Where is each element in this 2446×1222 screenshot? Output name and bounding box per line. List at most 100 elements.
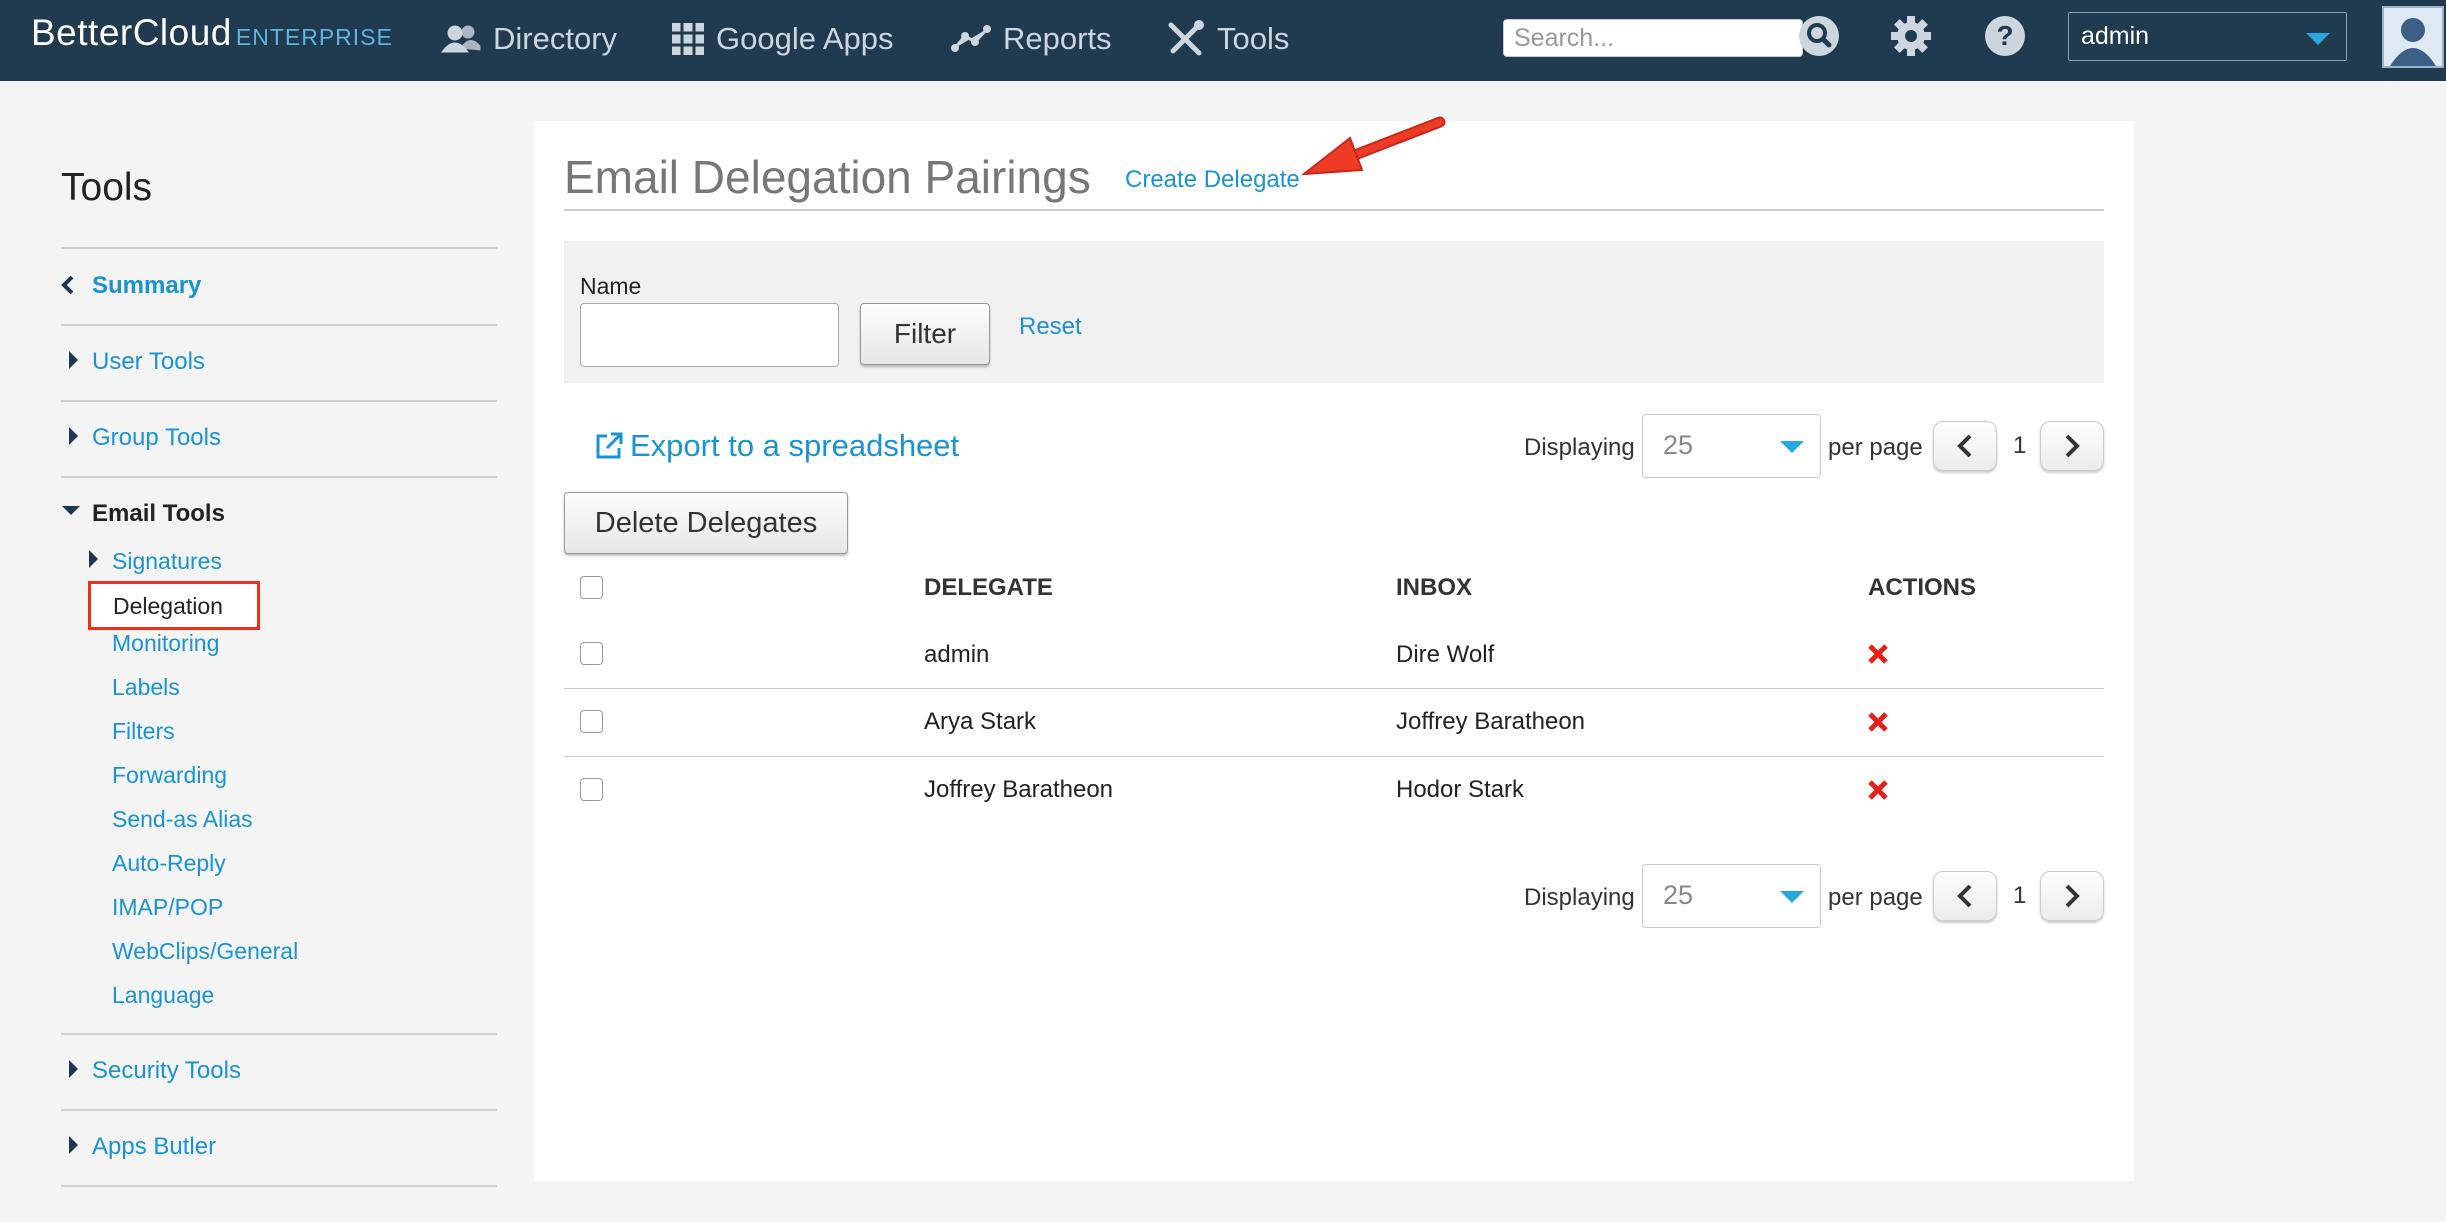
- prev-page-button[interactable]: [1933, 421, 1997, 471]
- search-input[interactable]: [1503, 19, 1803, 57]
- sidebar-subitem-forwarding[interactable]: Forwarding: [112, 762, 227, 789]
- divider: [564, 209, 2104, 211]
- sidebar-subitem-imap-pop[interactable]: IMAP/POP: [112, 894, 223, 921]
- divider: [61, 247, 497, 249]
- export-spreadsheet-label: Export to a spreadsheet: [630, 428, 960, 463]
- page-number: 1: [2013, 432, 2027, 459]
- reset-link[interactable]: Reset: [1019, 313, 1082, 341]
- search-icon[interactable]: [1798, 15, 1840, 57]
- chevron-left-icon: [1957, 884, 1972, 908]
- displaying-label: Displaying: [1524, 884, 1635, 911]
- chevron-down-icon: [1780, 441, 1804, 453]
- sidebar-item-summary[interactable]: Summary: [92, 272, 201, 300]
- sidebar-subitem-delegation[interactable]: Delegation: [88, 581, 260, 630]
- name-filter-input[interactable]: [580, 303, 839, 367]
- select-all-checkbox[interactable]: [580, 576, 603, 599]
- export-spreadsheet-link[interactable]: Export to a spreadsheet: [594, 428, 959, 464]
- sidebar-subitem-filters[interactable]: Filters: [112, 718, 175, 745]
- sidebar-title: Tools: [61, 166, 153, 209]
- divider: [61, 324, 497, 326]
- per-page-label: per page: [1828, 434, 1923, 461]
- sidebar-subitem-delegation-label: Delegation: [113, 593, 223, 619]
- delete-icon[interactable]: [1867, 711, 1889, 733]
- sidebar-item-apps-butler[interactable]: Apps Butler: [92, 1133, 216, 1161]
- chevron-right-icon: [2065, 434, 2080, 458]
- caret-right-icon: [89, 550, 98, 568]
- chevron-left-icon: [61, 275, 74, 295]
- help-icon[interactable]: ?: [1983, 14, 2027, 58]
- column-header-actions: ACTIONS: [1868, 574, 1976, 601]
- sidebar-subitem-monitoring[interactable]: Monitoring: [112, 630, 219, 657]
- sidebar-subitem-signatures[interactable]: Signatures: [112, 548, 222, 575]
- filter-button[interactable]: Filter: [860, 303, 990, 365]
- nav-reports[interactable]: Reports: [951, 14, 1112, 64]
- nav-google-apps-label: Google Apps: [716, 21, 894, 56]
- prev-page-button[interactable]: [1933, 871, 1997, 921]
- per-page-select[interactable]: 25: [1642, 864, 1821, 928]
- create-delegate-link[interactable]: Create Delegate: [1125, 166, 1300, 194]
- avatar-icon: [2384, 8, 2442, 66]
- divider: [61, 476, 497, 478]
- logo[interactable]: BetterCloud ENTERPRISE: [31, 12, 393, 60]
- per-page-select[interactable]: 25: [1642, 414, 1821, 478]
- user-dropdown[interactable]: admin: [2068, 12, 2347, 61]
- sidebar-item-group-tools[interactable]: Group Tools: [92, 424, 221, 452]
- annotation-arrow: [1300, 116, 1446, 176]
- nav-google-apps[interactable]: Google Apps: [672, 14, 894, 64]
- delete-icon[interactable]: [1867, 779, 1889, 801]
- next-page-button[interactable]: [2040, 421, 2104, 471]
- caret-right-icon: [69, 1136, 78, 1154]
- delete-icon[interactable]: [1867, 643, 1889, 665]
- nav-tools[interactable]: Tools: [1165, 14, 1289, 64]
- sidebar-subitem-send-as-alias[interactable]: Send-as Alias: [112, 806, 253, 833]
- column-header-inbox: INBOX: [1396, 574, 1473, 601]
- sidebar-item-email-tools[interactable]: Email Tools: [92, 500, 225, 528]
- users-icon: [441, 25, 481, 53]
- caret-down-icon: [62, 506, 80, 515]
- displaying-label: Displaying: [1524, 434, 1635, 461]
- delegate-cell: Arya Stark: [924, 708, 1037, 735]
- sidebar-subitem-labels[interactable]: Labels: [112, 674, 180, 701]
- logo-main: BetterCloud: [31, 12, 232, 53]
- gear-icon[interactable]: [1889, 14, 1933, 58]
- sidebar-item-user-tools[interactable]: User Tools: [92, 348, 205, 376]
- next-page-button[interactable]: [2040, 871, 2104, 921]
- chevron-left-icon: [1957, 434, 1972, 458]
- nav-tools-label: Tools: [1217, 21, 1290, 56]
- per-page-value: 25: [1663, 430, 1694, 460]
- page-number: 1: [2013, 882, 2027, 909]
- caret-right-icon: [69, 1060, 78, 1078]
- sidebar-subitem-auto-reply[interactable]: Auto-Reply: [112, 850, 226, 877]
- top-nav: BetterCloud ENTERPRISE Directory Google …: [0, 0, 2446, 81]
- sidebar-item-security-tools[interactable]: Security Tools: [92, 1057, 241, 1085]
- nav-directory-label: Directory: [493, 21, 618, 56]
- chevron-right-icon: [2065, 884, 2080, 908]
- inbox-cell: Joffrey Baratheon: [1396, 708, 1586, 735]
- tools-icon: [1168, 20, 1204, 56]
- caret-right-icon: [69, 427, 78, 445]
- delegate-cell: Joffrey Baratheon: [924, 776, 1114, 803]
- column-header-delegate: DELEGATE: [924, 574, 1053, 601]
- inbox-cell: Hodor Stark: [1396, 776, 1525, 803]
- sidebar-subitem-webclips-general[interactable]: WebClips/General: [112, 938, 298, 965]
- delegate-cell: admin: [924, 641, 990, 668]
- nav-reports-label: Reports: [1003, 21, 1112, 56]
- row-checkbox[interactable]: [580, 710, 603, 733]
- divider: [564, 688, 2104, 689]
- chevron-down-icon: [2306, 33, 2330, 45]
- caret-right-icon: [69, 351, 78, 369]
- divider: [61, 1185, 497, 1187]
- divider: [61, 400, 497, 402]
- delete-delegates-button[interactable]: Delete Delegates: [564, 492, 848, 554]
- divider: [61, 1109, 497, 1111]
- row-checkbox[interactable]: [580, 778, 603, 801]
- avatar[interactable]: [2382, 6, 2444, 68]
- chevron-down-icon: [1780, 891, 1804, 903]
- nav-directory[interactable]: Directory: [441, 14, 617, 64]
- logo-sub: ENTERPRISE: [235, 24, 393, 50]
- sidebar-subitem-language[interactable]: Language: [112, 982, 214, 1009]
- divider: [564, 756, 2104, 757]
- row-checkbox[interactable]: [580, 642, 603, 665]
- grid-icon: [672, 23, 704, 55]
- svg-text:?: ?: [1996, 20, 2013, 51]
